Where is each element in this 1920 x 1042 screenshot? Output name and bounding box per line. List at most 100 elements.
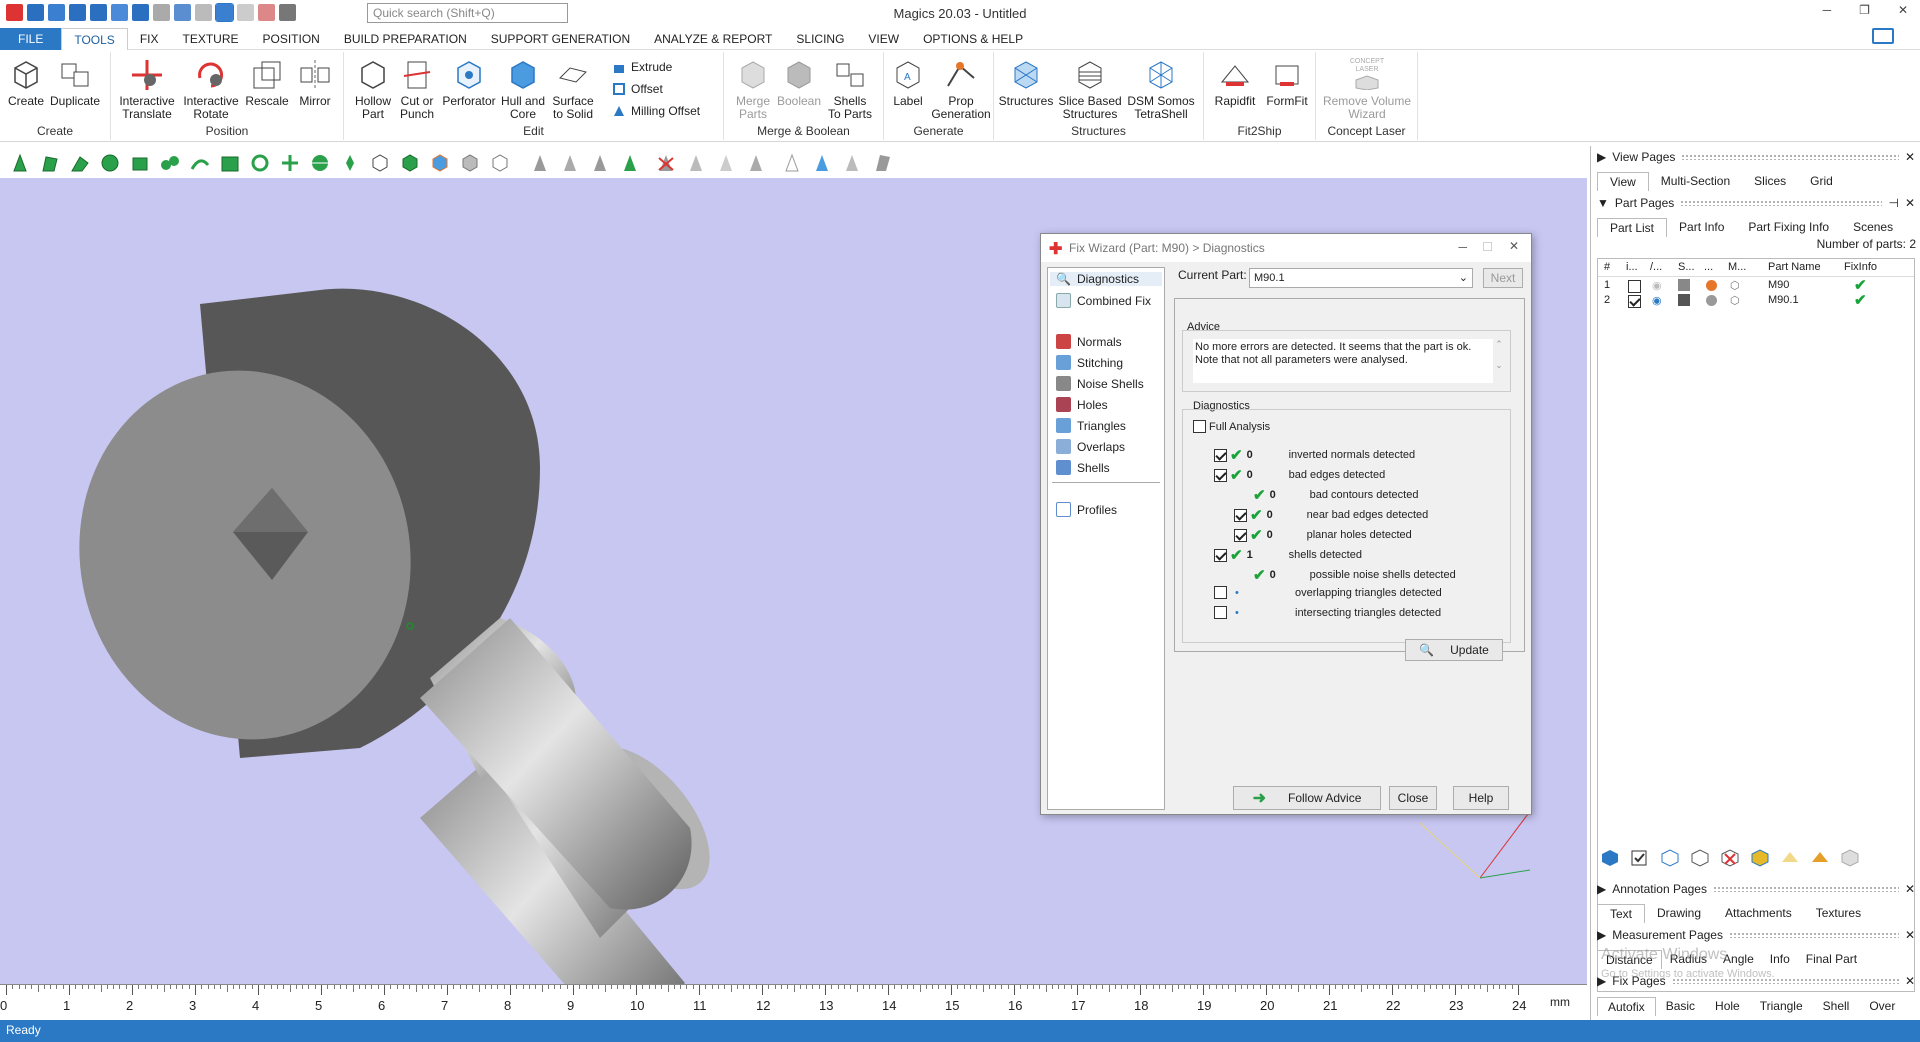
- col-visible[interactable]: /...: [1650, 261, 1662, 273]
- tab-scenes[interactable]: Scenes: [1841, 218, 1905, 237]
- close-icon[interactable]: ✕: [1898, 3, 1908, 17]
- checkbox[interactable]: [1214, 548, 1227, 562]
- checkbox[interactable]: [1214, 448, 1227, 462]
- select-plane-icon[interactable]: [38, 152, 62, 174]
- expand-icon[interactable]: ▶: [1597, 150, 1606, 164]
- select-part-blue-icon[interactable]: [428, 152, 452, 174]
- remove-volume-wizard-button[interactable]: CONCEPT LASER Remove Volume Wizard: [1320, 58, 1414, 121]
- col-part-name[interactable]: Part Name: [1768, 261, 1821, 273]
- col-s[interactable]: S...: [1678, 261, 1695, 273]
- triangle-mark-icon[interactable]: [528, 152, 552, 174]
- create-button[interactable]: Create: [6, 58, 46, 108]
- triangle-op-2-icon[interactable]: [714, 152, 738, 174]
- close-icon[interactable]: ✕: [1905, 928, 1915, 942]
- delete-triangles-icon[interactable]: [654, 152, 678, 174]
- tab-final-part[interactable]: Final Part: [1798, 950, 1865, 969]
- slice-based-structures-button[interactable]: Slice Based Structures: [1056, 58, 1124, 121]
- expand-icon[interactable]: ▶: [1597, 882, 1606, 896]
- interactive-translate-button[interactable]: Interactive Translate: [117, 58, 177, 121]
- restore-icon[interactable]: ❐: [1859, 3, 1870, 17]
- delete-part-icon[interactable]: [1719, 848, 1741, 868]
- triangle-op-6-icon[interactable]: [840, 152, 864, 174]
- select-curve-icon[interactable]: [188, 152, 212, 174]
- select-part-green-icon[interactable]: [398, 152, 422, 174]
- tab-autofix[interactable]: Autofix: [1597, 997, 1656, 1016]
- duplicate-button[interactable]: Duplicate: [50, 58, 100, 108]
- checkbox[interactable]: [1214, 586, 1227, 599]
- tab-triangle[interactable]: Triangle: [1750, 997, 1813, 1016]
- close-icon[interactable]: ✕: [1905, 974, 1915, 988]
- dialog-title-bar[interactable]: ✚ Fix Wizard (Part: M90) > Diagnostics ─…: [1041, 234, 1531, 262]
- tab-grid[interactable]: Grid: [1798, 172, 1845, 191]
- triangle-op-3-icon[interactable]: [744, 152, 768, 174]
- shells-to-parts-button[interactable]: Shells To Parts: [824, 58, 876, 121]
- tab-view[interactable]: View: [1597, 172, 1649, 191]
- tab-slicing[interactable]: SLICING: [784, 28, 856, 50]
- select-wave-icon[interactable]: [338, 152, 362, 174]
- sidebar-item-combined-fix[interactable]: Combined Fix: [1056, 293, 1151, 308]
- select-part-gray-icon[interactable]: [458, 152, 482, 174]
- col-number[interactable]: #: [1604, 261, 1610, 273]
- triangle-op-1-icon[interactable]: [684, 152, 708, 174]
- display-icon[interactable]: [1872, 28, 1894, 44]
- formfit-button[interactable]: FormFit: [1262, 58, 1312, 108]
- full-analysis-checkbox[interactable]: Full Analysis: [1193, 420, 1270, 433]
- annotation-pages-header[interactable]: ▶ Annotation Pages ✕: [1597, 880, 1915, 898]
- follow-advice-button[interactable]: ➜ Follow Advice: [1233, 786, 1381, 810]
- select-brush-icon[interactable]: [308, 152, 332, 174]
- select-shell-icon[interactable]: [248, 152, 272, 174]
- close-icon[interactable]: ✕: [1905, 196, 1915, 210]
- sidebar-item-stitching[interactable]: Stitching: [1056, 355, 1123, 370]
- col-fixinfo[interactable]: FixInfo: [1844, 261, 1877, 273]
- shading-icon[interactable]: [1678, 294, 1690, 306]
- expand-icon[interactable]: ▶: [1597, 928, 1606, 942]
- sidebar-item-triangles[interactable]: Triangles: [1056, 418, 1126, 433]
- rapidfit-button[interactable]: Rapidfit: [1210, 58, 1260, 108]
- col-color[interactable]: ...: [1704, 261, 1713, 273]
- tab-part-list[interactable]: Part List: [1597, 218, 1668, 237]
- tab-view[interactable]: VIEW: [856, 28, 911, 50]
- hull-core-button[interactable]: Hull and Core: [500, 58, 546, 121]
- sidebar-item-diagnostics[interactable]: 🔍 Diagnostics: [1050, 272, 1162, 286]
- tab-texture[interactable]: TEXTURE: [170, 28, 250, 50]
- import-part-icon[interactable]: [1599, 848, 1621, 868]
- triangle-green-icon[interactable]: [618, 152, 642, 174]
- part-pages-header[interactable]: ▼ Part Pages ⊣ ✕: [1597, 194, 1915, 212]
- drag-handle[interactable]: [1712, 886, 1899, 892]
- tab-analyze-report[interactable]: ANALYZE & REPORT: [642, 28, 784, 50]
- tab-text[interactable]: Text: [1597, 904, 1646, 923]
- part-action-6-icon[interactable]: [1839, 848, 1861, 868]
- tab-multi-section[interactable]: Multi-Section: [1649, 172, 1742, 191]
- select-sphere-icon[interactable]: [98, 152, 122, 174]
- pin-icon[interactable]: ⊣: [1888, 196, 1898, 210]
- rescale-button[interactable]: Rescale: [245, 58, 289, 108]
- collapse-icon[interactable]: ▼: [1597, 196, 1609, 210]
- minimize-icon[interactable]: ─: [1458, 240, 1467, 254]
- sidebar-item-shells[interactable]: Shells: [1056, 460, 1110, 475]
- help-button[interactable]: Help: [1453, 786, 1509, 810]
- structures-button[interactable]: Structures: [998, 58, 1054, 108]
- merge-parts-button[interactable]: Merge Parts: [732, 58, 774, 121]
- select-box-icon[interactable]: [128, 152, 152, 174]
- sidebar-item-profiles[interactable]: Profiles: [1056, 502, 1117, 517]
- eye-icon[interactable]: ◉: [1652, 279, 1662, 292]
- minimize-icon[interactable]: ─: [1823, 3, 1832, 17]
- tab-hole[interactable]: Hole: [1705, 997, 1750, 1016]
- sidebar-item-overlaps[interactable]: Overlaps: [1056, 439, 1125, 454]
- table-row[interactable]: 1 ◉ ⬡ M90 ✔: [1598, 277, 1914, 294]
- shading-icon[interactable]: [1678, 279, 1690, 291]
- interactive-rotate-button[interactable]: Interactive Rotate: [181, 58, 241, 121]
- tab-build-preparation[interactable]: BUILD PREPARATION: [332, 28, 479, 50]
- tab-fix[interactable]: FIX: [128, 28, 171, 50]
- triangle-op-7-icon[interactable]: [870, 152, 894, 174]
- extrude-button[interactable]: Extrude: [612, 60, 672, 74]
- perforator-button[interactable]: Perforator: [440, 58, 498, 108]
- row-select-checkbox[interactable]: [1628, 295, 1641, 308]
- sidebar-item-normals[interactable]: Normals: [1056, 334, 1122, 349]
- boolean-button[interactable]: Boolean: [776, 58, 822, 108]
- col-m[interactable]: M...: [1728, 261, 1746, 273]
- hollow-part-button[interactable]: Hollow Part: [352, 58, 394, 121]
- part-action-2-icon[interactable]: [1689, 848, 1711, 868]
- tab-part-info[interactable]: Part Info: [1667, 218, 1736, 237]
- tab-support-generation[interactable]: SUPPORT GENERATION: [479, 28, 642, 50]
